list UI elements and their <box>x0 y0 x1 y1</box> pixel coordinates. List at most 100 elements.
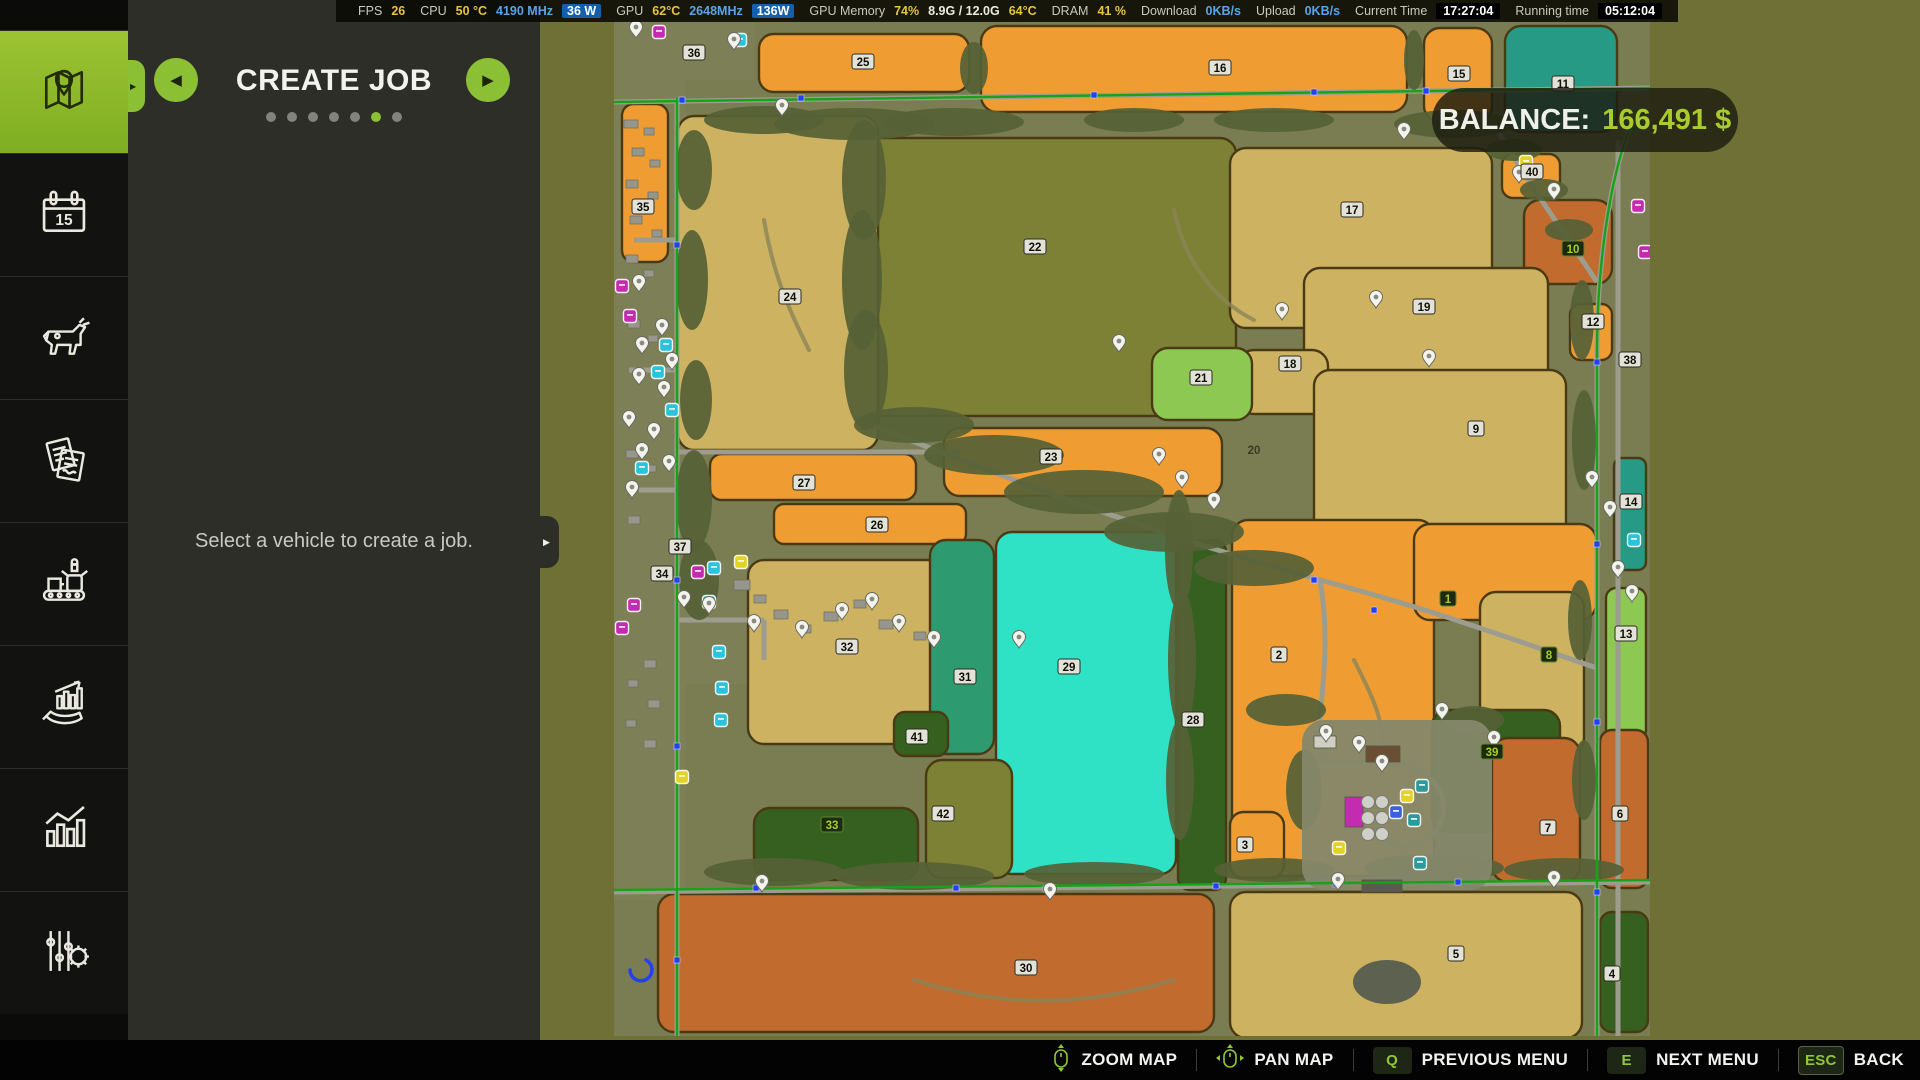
svg-text:30: 30 <box>1020 963 1033 975</box>
poi-icon[interactable] <box>1639 246 1651 259</box>
farm-map[interactable]: 2516151135222417401019121821914232726323… <box>614 20 1650 1036</box>
poi-icon[interactable] <box>1632 200 1645 213</box>
waypoint-dot <box>1594 889 1600 895</box>
poi-icon[interactable] <box>1414 857 1427 870</box>
field-label-26: 26 <box>866 517 888 532</box>
poi-icon[interactable] <box>616 280 629 293</box>
poi-icon[interactable] <box>1628 534 1641 547</box>
production-icon <box>33 551 95 618</box>
finances-icon <box>33 674 95 741</box>
next-page-button[interactable]: ▶ <box>466 58 510 102</box>
field-13[interactable] <box>1606 588 1646 740</box>
field-label-10: 10 <box>1562 241 1584 256</box>
stat-value: 74% <box>894 4 919 18</box>
waypoint-dot <box>1455 879 1461 885</box>
village-building <box>630 216 642 224</box>
poi-icon[interactable] <box>628 599 641 612</box>
sidebar-tab-calendar[interactable]: 15 <box>0 153 128 276</box>
poi-icon[interactable] <box>676 771 689 784</box>
svg-text:22: 22 <box>1029 242 1042 254</box>
svg-text:13: 13 <box>1620 629 1633 641</box>
poi-icon[interactable] <box>653 26 666 39</box>
stat-value: 26 <box>391 4 405 18</box>
svg-text:36: 36 <box>688 48 701 60</box>
poi-icon[interactable] <box>624 310 637 323</box>
sidebar-tab-finances[interactable] <box>0 645 128 768</box>
settings-icon <box>33 920 95 987</box>
village-building <box>648 192 658 199</box>
poi-icon[interactable] <box>716 682 729 695</box>
poi-icon[interactable] <box>636 462 649 475</box>
svg-text:42: 42 <box>937 809 950 821</box>
panel-expand-handle[interactable]: ▶ <box>540 516 559 568</box>
field-label-13: 13 <box>1615 626 1637 641</box>
svg-text:17: 17 <box>1346 205 1359 217</box>
field-30[interactable] <box>658 894 1214 1032</box>
poi-icon[interactable] <box>735 556 748 569</box>
poi-icon[interactable] <box>1401 790 1414 803</box>
svg-text:25: 25 <box>857 57 870 69</box>
village-building <box>734 580 750 590</box>
sidebar-tab-settings[interactable] <box>0 891 128 1014</box>
svg-text:29: 29 <box>1063 662 1076 674</box>
poi-icon[interactable] <box>1390 806 1403 819</box>
poi-icon[interactable] <box>715 714 728 727</box>
svg-text:18: 18 <box>1284 359 1297 371</box>
waypoint-dot <box>1594 719 1600 725</box>
sidebar-tab-map[interactable] <box>0 30 128 153</box>
tree-cluster <box>1194 550 1314 586</box>
poi-icon[interactable] <box>1333 842 1346 855</box>
divider <box>1196 1049 1197 1071</box>
poi-icon[interactable] <box>1408 814 1421 827</box>
poi-icon[interactable] <box>708 562 721 575</box>
poi-icon[interactable] <box>652 366 665 379</box>
field-29[interactable] <box>996 532 1176 874</box>
svg-text:15: 15 <box>1453 69 1466 81</box>
field-16[interactable] <box>981 26 1407 112</box>
poi-icon[interactable] <box>713 646 726 659</box>
sidebar-tab-animals[interactable] <box>0 276 128 399</box>
sidebar-tab-production[interactable] <box>0 522 128 645</box>
poi-glyph <box>1642 250 1648 252</box>
field-label-7: 7 <box>1540 820 1556 835</box>
field-label-39: 39 <box>1481 744 1503 759</box>
field-label-21: 21 <box>1190 370 1212 385</box>
poi-icon[interactable] <box>1416 780 1429 793</box>
poi-glyph <box>1404 794 1410 796</box>
waypoint-dot <box>1213 883 1219 889</box>
sidebar-tab-statistics[interactable] <box>0 768 128 891</box>
sidebar-tab-contracts[interactable] <box>0 399 128 522</box>
field-label-30: 30 <box>1015 960 1037 975</box>
field-label-16: 16 <box>1209 60 1231 75</box>
silo <box>1362 812 1375 825</box>
key-badge-esc: ESC <box>1798 1046 1844 1075</box>
poi-icon[interactable] <box>616 622 629 635</box>
poi-icon[interactable] <box>660 339 673 352</box>
mouse-pan-icon <box>1216 1044 1244 1077</box>
poi-glyph <box>1417 861 1423 863</box>
key-badge-e: E <box>1607 1047 1646 1074</box>
page-dot <box>266 112 276 122</box>
poi-icon[interactable] <box>666 404 679 417</box>
field-label-24: 24 <box>779 289 801 304</box>
waypoint-dot <box>1594 541 1600 547</box>
field-label-32: 32 <box>836 639 858 654</box>
stat-value: 4190 MHz <box>496 4 553 18</box>
stat-value: 0KB/s <box>1206 4 1241 18</box>
tree-cluster <box>704 858 844 886</box>
map-canvas[interactable]: 2516151135222417401019121821914232726323… <box>614 20 1650 1036</box>
waypoint-dot <box>674 242 680 248</box>
field-label-5: 5 <box>1448 946 1464 961</box>
waypoint-dot <box>1091 92 1097 98</box>
stat-value: 50 °C <box>456 4 487 18</box>
poi-glyph <box>1419 784 1425 786</box>
poi-icon[interactable] <box>692 566 705 579</box>
field-label-17: 17 <box>1341 202 1363 217</box>
waypoint-dot <box>679 97 685 103</box>
village-building <box>754 595 766 603</box>
poi-glyph <box>656 30 662 32</box>
waypoint-dot <box>1311 577 1317 583</box>
poi-glyph <box>1523 160 1529 162</box>
tree-cluster <box>960 42 988 94</box>
svg-text:16: 16 <box>1214 63 1227 75</box>
